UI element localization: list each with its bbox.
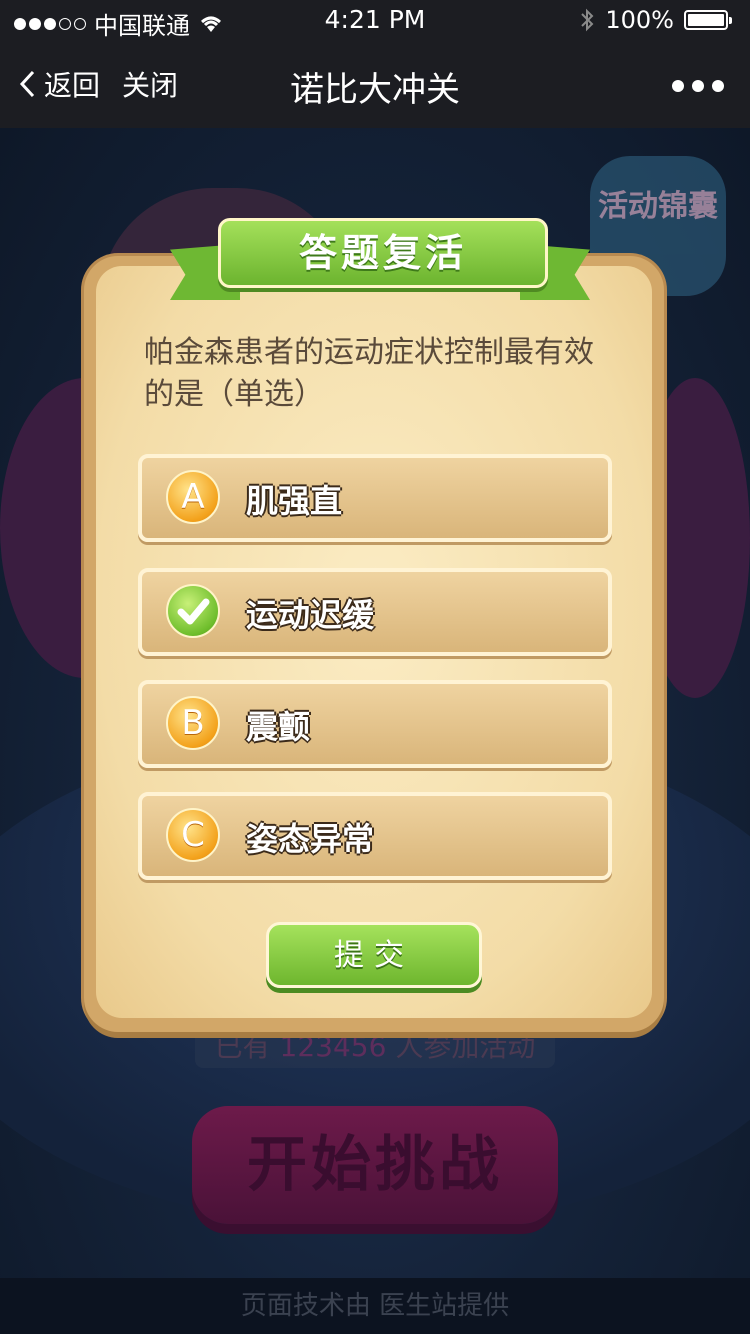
dialog-title: 答题复活	[218, 218, 548, 288]
page-title: 诺比大冲关	[290, 70, 460, 110]
option-c[interactable]: C 姿态异常	[138, 792, 612, 880]
option-badge: A	[166, 470, 220, 524]
dialog-title-ribbon: 答题复活	[170, 210, 590, 310]
battery-fill	[688, 14, 724, 26]
status-bar: 中国联通 4:21 PM 100%	[0, 0, 750, 40]
checkmark-icon	[166, 584, 220, 638]
more-dot-icon	[672, 80, 684, 92]
option-selected[interactable]: 运动迟缓	[138, 568, 612, 656]
question-text: 帕金森患者的运动症状控制最有效的是（单选）	[144, 335, 594, 412]
participants-prefix: 已有	[214, 1030, 271, 1063]
participants-number: 123456	[279, 1030, 387, 1063]
footer-credit: 页面技术由 医生站提供	[0, 1278, 750, 1334]
bluetooth-icon	[581, 8, 594, 32]
option-label: 肌强直	[246, 482, 343, 520]
option-label: 运动迟缓	[246, 596, 375, 634]
battery-percent: 100%	[605, 6, 674, 34]
participants-count: 已有 123456 人参加活动	[195, 1026, 555, 1068]
option-label: 姿态异常	[246, 820, 375, 858]
submit-button[interactable]: 提交	[266, 922, 482, 988]
status-right: 100%	[579, 6, 732, 34]
nav-bar: 返回 关闭 诺比大冲关	[0, 40, 750, 128]
more-dot-icon	[692, 80, 704, 92]
option-badge: B	[166, 696, 220, 750]
start-challenge-button[interactable]: 开始挑战	[192, 1106, 558, 1224]
battery-icon	[684, 10, 732, 30]
more-menu-button[interactable]	[672, 80, 724, 92]
option-badge: C	[166, 808, 220, 862]
option-a[interactable]: A 肌强直	[138, 454, 612, 542]
option-label: 震颤	[246, 708, 311, 746]
participants-suffix: 人参加活动	[395, 1030, 536, 1063]
option-b[interactable]: B 震颤	[138, 680, 612, 768]
more-dot-icon	[712, 80, 724, 92]
